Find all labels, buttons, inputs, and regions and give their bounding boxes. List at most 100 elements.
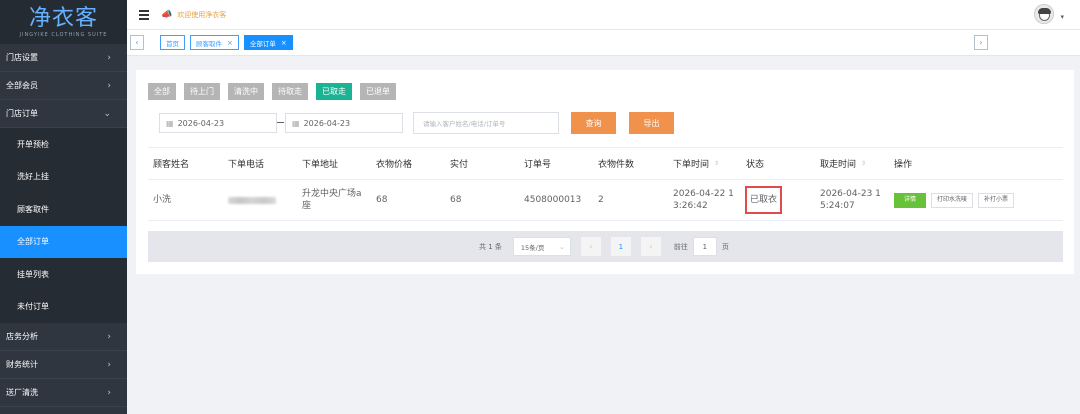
menu-label: 门店订单 [6, 109, 38, 118]
filter-all[interactable]: 全部 [148, 83, 176, 100]
chevron-right-icon: › [107, 359, 111, 370]
megaphone-icon: 📣 [161, 9, 173, 20]
scroll-right-button[interactable]: › [974, 35, 988, 50]
logo-text: 净衣客 [28, 5, 98, 31]
tab-list: 首页 顾客取件 × 全部订单 × [160, 35, 293, 50]
col-pickup-time[interactable]: 取走时间 ⇕ [815, 148, 889, 179]
announcement-text: 欢迎使用净衣客 [177, 10, 227, 19]
col-order-time[interactable]: 下单时间 ⇕ [668, 148, 741, 179]
page-number[interactable]: 1 [610, 237, 631, 256]
chevron-down-icon: ⌄ [559, 242, 565, 251]
table-row: 小洗 升龙中央广场a座 68 68 4508000013 2 2026-04-2… [148, 180, 1063, 221]
tab-label: 全部订单 [249, 39, 276, 48]
menu-store-analysis[interactable]: 店务分析 › [0, 323, 127, 351]
cell-actions: 详情 打印水洗唛 补打小票 [889, 180, 1063, 220]
filter-pending-visit[interactable]: 待上门 [184, 83, 220, 100]
goto-label: 前往 [673, 242, 688, 251]
orders-card: 全部 待上门 清洗中 待取走 已取走 已退单 ▦ 2026-04-23 ▦ 20… [136, 70, 1074, 274]
top-header: 📣 欢迎使用净衣客 ▾ [127, 0, 1080, 30]
filter-washing[interactable]: 清洗中 [228, 83, 264, 100]
cell-phone [223, 180, 297, 220]
tab-label: 首页 [166, 39, 179, 48]
sidebar-item-hanging-list[interactable]: 挂单列表 [0, 258, 127, 291]
caret-down-icon[interactable]: ▾ [1060, 13, 1064, 21]
scroll-left-button[interactable]: ‹ [130, 35, 144, 50]
sort-icon[interactable]: ⇕ [714, 160, 719, 167]
query-button[interactable]: 查询 [571, 112, 616, 134]
export-button[interactable]: 导出 [629, 112, 674, 134]
sort-icon[interactable]: ⇕ [861, 160, 866, 167]
col-status: 状态 [746, 160, 765, 170]
menu-label: 财务统计 [6, 360, 38, 369]
calendar-icon: ▦ [292, 118, 300, 128]
cell-count: 2 [598, 195, 604, 205]
avatar[interactable] [1034, 4, 1054, 24]
col-phone: 下单电话 [228, 160, 265, 170]
chevron-right-icon: › [107, 331, 111, 342]
menu-label: 店务分析 [6, 332, 38, 341]
col-label: 取走时间 [820, 160, 857, 170]
menu-label: 送厂清洗 [6, 388, 38, 397]
cell-price: 68 [376, 195, 388, 205]
col-address: 下单地址 [302, 160, 339, 170]
prev-page-button[interactable]: ‹ [580, 237, 601, 256]
start-date-input[interactable]: ▦ 2026-04-23 [159, 113, 277, 133]
sidebar: 净衣客 JINGYIKE CLOTHING SUITE 门店设置 › 全部会员 … [0, 0, 127, 414]
sidebar-item-pickup[interactable]: 顾客取件 [0, 193, 127, 226]
tab-label: 顾客取件 [196, 39, 222, 48]
hamburger-icon[interactable] [139, 8, 149, 22]
close-icon[interactable]: × [227, 39, 233, 47]
chevron-right-icon: › [107, 52, 111, 63]
col-customer-name: 顾客姓名 [153, 160, 190, 170]
chevron-down-icon: ⌄ [103, 108, 111, 119]
col-label: 下单时间 [673, 160, 710, 170]
print-label-button[interactable]: 打印水洗唛 [931, 192, 974, 208]
search-input[interactable]: 请输入客户姓名/电话/订单号 [413, 112, 559, 134]
detail-button[interactable]: 详情 [894, 192, 927, 208]
tab-home[interactable]: 首页 [160, 35, 185, 50]
page-suffix: 页 [721, 242, 729, 251]
table-header: 顾客姓名 下单电话 下单地址 衣物价格 实付 订单号 衣物件数 下单时间 ⇕ 状… [148, 147, 1063, 180]
chevron-right-icon: › [107, 387, 111, 398]
filter-refunded[interactable]: 已退单 [360, 83, 396, 100]
menu-store-settings[interactable]: 门店设置 › [0, 44, 127, 72]
calendar-icon: ▦ [166, 118, 174, 128]
menu-store-orders[interactable]: 门店订单 ⌄ [0, 100, 127, 128]
filter-picked-up[interactable]: 已取走 [316, 83, 352, 100]
close-icon[interactable]: × [281, 39, 287, 47]
date-range-separator [277, 122, 284, 123]
menu-label: 门店设置 [6, 53, 38, 62]
cell-order-time: 2026-04-22 13:26:42 [673, 189, 734, 211]
logo: 净衣客 JINGYIKE CLOTHING SUITE [0, 0, 127, 44]
tags-bar: ‹ 首页 顾客取件 × 全部订单 × › [127, 30, 1080, 56]
col-order-no: 订单号 [524, 160, 552, 170]
menu-all-members[interactable]: 全部会员 › [0, 72, 127, 100]
end-date-input[interactable]: ▦ 2026-04-23 [285, 113, 403, 133]
reprint-receipt-button[interactable]: 补打小票 [978, 192, 1015, 208]
col-item-count: 衣物件数 [598, 160, 635, 170]
sidebar-item-washed[interactable]: 洗好上挂 [0, 160, 127, 193]
cell-status: 已取衣 [741, 180, 815, 220]
cell-name: 小洗 [153, 195, 172, 205]
orders-table: 顾客姓名 下单电话 下单地址 衣物价格 实付 订单号 衣物件数 下单时间 ⇕ 状… [148, 147, 1063, 221]
tab-customer-pickup[interactable]: 顾客取件 × [190, 35, 239, 50]
cell-order-no: 4508000013 [524, 195, 582, 205]
page-size-select[interactable]: 15条/页 ⌄ [512, 237, 571, 256]
filter-awaiting-pickup[interactable]: 待取走 [272, 83, 308, 100]
tab-all-orders[interactable]: 全部订单 × [243, 35, 293, 50]
logo-subtitle: JINGYIKE CLOTHING SUITE [19, 31, 108, 38]
cell-paid: 68 [450, 195, 462, 205]
redacted-phone [228, 196, 276, 204]
menu-factory-wash[interactable]: 送厂清洗 › [0, 379, 127, 407]
goto-page-input[interactable]: 1 [692, 237, 717, 256]
sidebar-item-unpaid[interactable]: 未付订单 [0, 290, 127, 323]
next-page-button[interactable]: › [640, 237, 661, 256]
sidebar-item-precheck[interactable]: 开单预检 [0, 128, 127, 161]
sidebar-item-all-orders[interactable]: 全部订单 [0, 225, 127, 258]
end-date-value: 2026-04-23 [303, 118, 351, 128]
menu-label: 全部会员 [6, 81, 38, 90]
pagination: 共 1 条 15条/页 ⌄ ‹ 1 › 前往 1 页 [148, 231, 1063, 262]
page-size-value: 15条/页 [520, 243, 545, 252]
start-date-value: 2026-04-23 [177, 118, 225, 128]
menu-finance[interactable]: 财务统计 › [0, 351, 127, 379]
